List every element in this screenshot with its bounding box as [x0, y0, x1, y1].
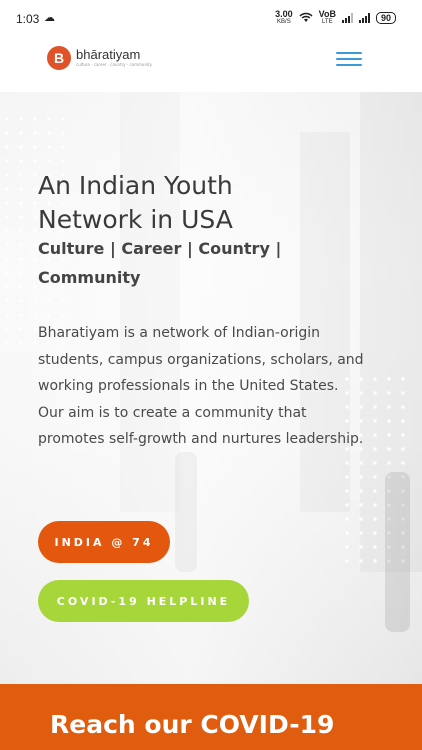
site-header: B bhāratiyam culture · career · country … [0, 38, 422, 93]
covid-banner: Reach our COVID-19 [0, 684, 422, 750]
signal-icon-1 [341, 13, 353, 23]
covid-banner-heading: Reach our COVID-19 [50, 710, 335, 739]
logo-name: bhāratiyam [76, 47, 141, 62]
hero-title: An Indian Youth Network in USA [38, 170, 233, 234]
logo-tagline: culture · career · country · community [76, 62, 153, 67]
hamburger-icon[interactable] [336, 52, 362, 68]
hero-description: Bharatiyam is a network of Indian-origin… [38, 325, 364, 448]
hero-section: An Indian Youth Network in USA Culture |… [0, 92, 422, 684]
status-time: 1:03 [16, 12, 40, 26]
covid-helpline-button[interactable]: COVID-19 HELPLINE [38, 580, 249, 622]
net-speed-unit: KB/S [277, 19, 291, 25]
logo[interactable]: B bhāratiyam culture · career · country … [47, 46, 152, 70]
volte-sub: LTE [322, 19, 333, 25]
status-bar: 1:03 ☁ 3.00 KB/S VoB LTE 90 [0, 0, 422, 38]
volte-indicator: VoB LTE [319, 10, 336, 26]
logo-mark: B [47, 46, 71, 70]
logo-text: bhāratiyam culture · career · country · … [76, 48, 152, 68]
wifi-icon [299, 12, 313, 25]
india-74-button[interactable]: INDIA @ 74 [38, 521, 170, 563]
volte-label: VoB [318, 9, 336, 19]
signal-icon-2 [358, 13, 370, 23]
battery-icon: 90 [375, 12, 396, 24]
net-speed: 3.00 KB/S [275, 10, 293, 26]
cloud-icon: ☁ [44, 12, 55, 24]
hero-subtitle: Culture | Career | Country | Community [38, 239, 282, 287]
status-icons: 3.00 KB/S VoB LTE 90 [275, 10, 396, 26]
net-speed-value: 3.00 [275, 9, 293, 19]
